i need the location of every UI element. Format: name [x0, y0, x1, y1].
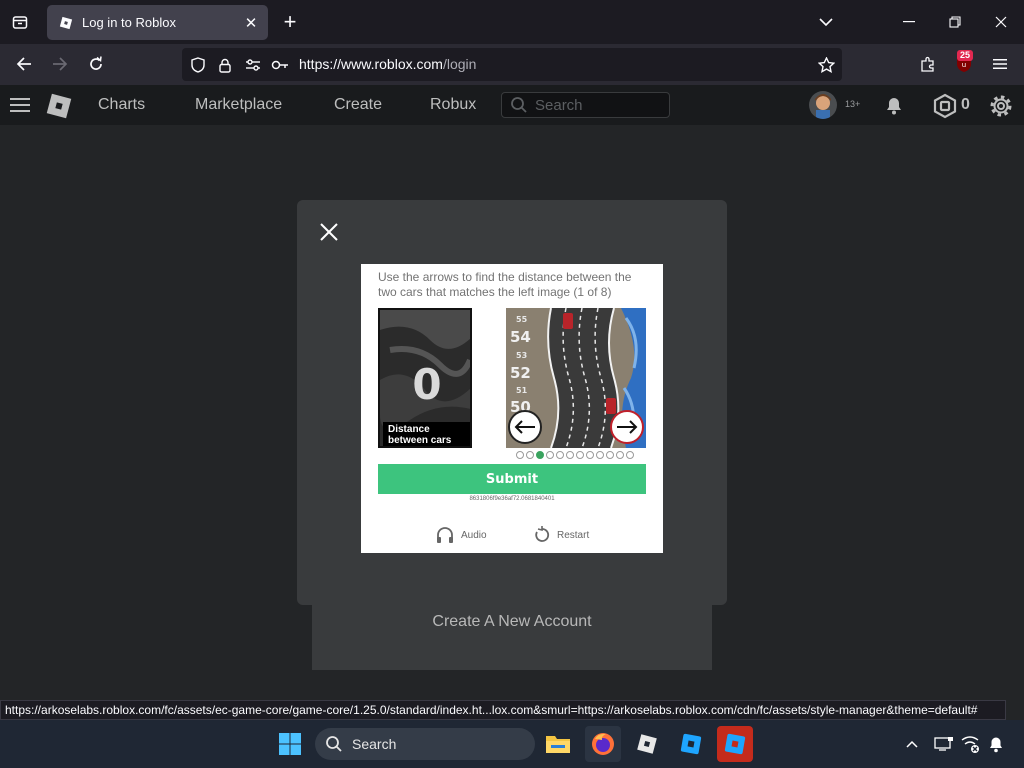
- road-marker: 55: [516, 315, 528, 324]
- roblox-favicon-icon: [58, 15, 74, 31]
- key-icon[interactable]: [270, 55, 290, 75]
- progress-dot: [616, 451, 624, 459]
- progress-dot: [606, 451, 614, 459]
- search-placeholder: Search: [535, 97, 583, 114]
- reference-image-label: Distance between cars: [383, 422, 470, 446]
- nav-marketplace[interactable]: Marketplace: [195, 96, 282, 114]
- progress-dot: [626, 451, 634, 459]
- modal-close-icon[interactable]: [317, 220, 341, 244]
- captcha-panel: Use the arrows to find the distance betw…: [361, 264, 663, 553]
- audio-button[interactable]: Audio: [435, 526, 487, 544]
- app-menu-icon[interactable]: [986, 50, 1014, 78]
- progress-dot: [546, 451, 554, 459]
- captcha-modal: Use the arrows to find the distance betw…: [297, 200, 727, 605]
- restore-icon[interactable]: [932, 0, 978, 44]
- progress-dot: [516, 451, 524, 459]
- settings-gear-icon[interactable]: [988, 93, 1014, 124]
- back-arrow-icon[interactable]: [10, 50, 38, 78]
- restart-icon: [535, 526, 550, 542]
- audio-label: Audio: [461, 529, 487, 541]
- reference-image: 0 Distance between cars: [378, 308, 472, 448]
- network-disconnected-icon[interactable]: [958, 732, 982, 756]
- url-bar[interactable]: https://www.roblox.com/login: [182, 48, 842, 81]
- extensions-puzzle-icon[interactable]: [914, 50, 942, 78]
- robux-count[interactable]: 0: [961, 96, 970, 114]
- tab-title: Log in to Roblox: [82, 15, 176, 30]
- restart-button[interactable]: Restart: [533, 526, 589, 544]
- roblox-studio-icon[interactable]: [673, 726, 709, 762]
- progress-dot: [536, 451, 544, 459]
- nav-charts[interactable]: Charts: [98, 96, 145, 114]
- url-text: https://www.roblox.com/login: [299, 56, 477, 72]
- file-explorer-icon[interactable]: [540, 726, 576, 762]
- nav-create[interactable]: Create: [334, 96, 382, 114]
- browser-tab-strip: Log in to Roblox ✕ +: [0, 0, 1024, 44]
- submit-button[interactable]: Submit: [378, 464, 646, 494]
- extension-count-badge: 25: [957, 50, 974, 61]
- minimize-icon[interactable]: [886, 0, 932, 44]
- hamburger-menu-icon[interactable]: [10, 97, 30, 118]
- windows-taskbar: Search: [0, 720, 1024, 768]
- display-icon[interactable]: [932, 732, 956, 756]
- permissions-icon[interactable]: [243, 55, 263, 75]
- tracking-shield-icon[interactable]: [188, 55, 208, 75]
- search-icon: [510, 96, 528, 119]
- create-account-button[interactable]: Create A New Account: [312, 605, 712, 670]
- road-marker: 54: [510, 328, 531, 346]
- roblox-search-input[interactable]: Search: [501, 92, 670, 118]
- reload-icon[interactable]: [82, 50, 110, 78]
- link-status-bar: https://arkoselabs.roblox.com/fc/assets/…: [0, 700, 1006, 720]
- progress-dot: [556, 451, 564, 459]
- svg-text:u: u: [962, 61, 966, 69]
- left-arrow-icon: [514, 420, 535, 434]
- new-tab-button[interactable]: +: [278, 9, 302, 34]
- bookmark-star-icon[interactable]: [816, 55, 836, 75]
- road-marker: 52: [510, 364, 531, 382]
- headphones-icon: [437, 527, 453, 543]
- windows-start-icon[interactable]: [272, 726, 308, 762]
- roblox-studio-active-icon[interactable]: [717, 726, 753, 762]
- tab-close-icon[interactable]: ✕: [240, 12, 262, 34]
- taskbar-search-placeholder: Search: [352, 736, 397, 752]
- progress-dot: [596, 451, 604, 459]
- right-arrow-icon: [617, 420, 638, 434]
- browser-nav-bar: https://www.roblox.com/login u 25: [0, 44, 1024, 85]
- nav-robux[interactable]: Robux: [430, 96, 476, 114]
- age-badge: 13+: [845, 99, 861, 109]
- progress-dot: [586, 451, 594, 459]
- list-all-tabs-icon[interactable]: [814, 10, 838, 34]
- session-id: 8631806f9e36af72.0681840401: [469, 496, 555, 502]
- roblox-logo-icon[interactable]: [44, 91, 74, 126]
- progress-dot: [576, 451, 584, 459]
- road-puzzle-image: 55 54 53 52 51 50: [506, 308, 646, 448]
- close-window-icon[interactable]: [978, 0, 1024, 44]
- reference-distance-value: 0: [412, 360, 442, 409]
- progress-dots: [516, 451, 634, 459]
- captcha-instruction: Use the arrows to find the distance betw…: [378, 270, 632, 299]
- firefox-view-icon[interactable]: [8, 10, 32, 34]
- window-controls: [886, 0, 1024, 44]
- show-hidden-icons-icon[interactable]: [900, 732, 924, 756]
- forward-arrow-icon[interactable]: [46, 50, 74, 78]
- avatar[interactable]: [809, 91, 837, 119]
- previous-arrow-button[interactable]: [508, 410, 542, 444]
- road-marker: 51: [516, 386, 528, 395]
- road-marker: 53: [516, 351, 527, 360]
- taskbar-search[interactable]: Search: [315, 728, 535, 760]
- search-icon: [325, 735, 343, 758]
- robux-icon[interactable]: [932, 93, 958, 124]
- progress-dot: [566, 451, 574, 459]
- notification-bell-icon[interactable]: [984, 732, 1008, 756]
- next-arrow-button[interactable]: [610, 410, 644, 444]
- progress-dot: [526, 451, 534, 459]
- restart-label: Restart: [557, 529, 590, 541]
- firefox-taskbar-icon[interactable]: [585, 726, 621, 762]
- notifications-bell-icon[interactable]: [883, 94, 905, 121]
- roblox-header: Charts Marketplace Create Robux Search 1…: [0, 85, 1024, 125]
- lock-icon[interactable]: [215, 55, 235, 75]
- browser-tab-active[interactable]: Log in to Roblox ✕: [47, 5, 268, 40]
- roblox-taskbar-icon[interactable]: [629, 726, 665, 762]
